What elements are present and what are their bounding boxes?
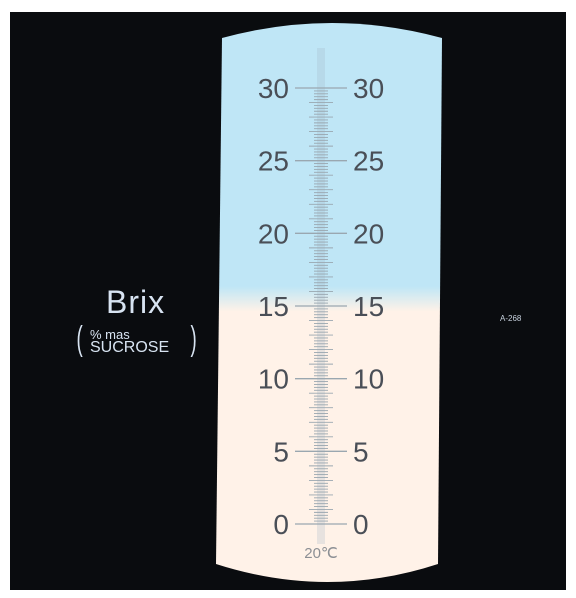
refractometer-scale: 0 0 5 5 10 10 15 15 20 20 25 25 30 30 20℃ bbox=[216, 23, 442, 582]
paren-close: ) bbox=[190, 320, 197, 358]
tick-label-right: 0 bbox=[353, 509, 369, 540]
scale-column bbox=[317, 48, 325, 544]
tick-label-right: 5 bbox=[353, 436, 369, 467]
temperature-label: 20℃ bbox=[304, 545, 338, 562]
tick-label-right: 30 bbox=[353, 73, 384, 104]
brix-label: Brix bbox=[106, 284, 166, 320]
tick-label-left: 5 bbox=[273, 436, 289, 467]
illuminated-field bbox=[216, 23, 442, 582]
tick-label-left: 10 bbox=[258, 364, 289, 395]
tick-label-left: 20 bbox=[258, 218, 289, 249]
tick-label-left: 30 bbox=[258, 73, 289, 104]
refractometer-eyepiece-view: 0 0 5 5 10 10 15 15 20 20 25 25 30 30 20℃ Brix ( % mas… bbox=[10, 12, 566, 590]
paren-open: ( bbox=[76, 320, 83, 358]
tick-label-left: 0 bbox=[273, 509, 289, 540]
tick-label-left: 15 bbox=[258, 291, 289, 322]
model-code-label: A-268 bbox=[500, 314, 522, 323]
tick-label-right: 15 bbox=[353, 291, 384, 322]
tick-label-left: 25 bbox=[258, 146, 289, 177]
tick-label-right: 25 bbox=[353, 146, 384, 177]
sucrose-label: SUCROSE bbox=[90, 339, 170, 356]
tick-label-right: 10 bbox=[353, 364, 384, 395]
tick-label-right: 20 bbox=[353, 218, 384, 249]
